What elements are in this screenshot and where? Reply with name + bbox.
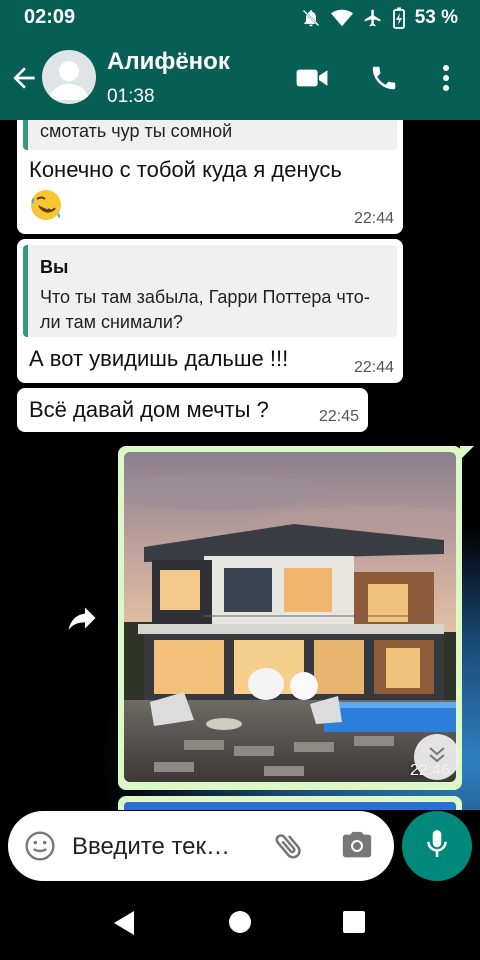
phone-icon[interactable] <box>366 60 402 96</box>
incoming-message[interactable]: Всё давай дом мечты ? 22:45 <box>17 388 368 432</box>
double-chevron-down-icon <box>425 743 449 772</box>
wifi-icon <box>330 8 353 28</box>
incoming-message[interactable]: Вы Что ты там забыла, Гарри Поттера что-… <box>17 239 403 383</box>
status-time: 02:09 <box>24 6 76 28</box>
image-preview-partial <box>124 802 456 810</box>
forward-icon[interactable] <box>64 600 100 636</box>
message-time: 22:44 <box>353 210 394 227</box>
recents-nav-icon[interactable] <box>342 910 366 939</box>
camera-icon[interactable] <box>340 830 374 867</box>
quote-text: смотать чур ты сомной <box>40 121 233 141</box>
battery-percent: 53 % <box>414 7 458 28</box>
message-time: 22:45 <box>318 408 359 425</box>
video-call-icon[interactable] <box>294 60 330 96</box>
more-vert-icon[interactable] <box>428 60 464 96</box>
quote-text: Что ты там забыла, Гарри Поттера что-ли … <box>40 287 370 332</box>
quote-author: Вы <box>40 257 69 277</box>
chat-area[interactable]: смотать чур ты сомной Конечно с тобой ку… <box>0 120 480 810</box>
mic-icon <box>424 828 450 865</box>
voice-record-button[interactable] <box>402 811 472 881</box>
scroll-to-bottom-button[interactable] <box>414 734 460 780</box>
message-composer: Введите тек… <box>0 810 480 890</box>
system-navigation-bar <box>0 890 480 960</box>
status-bar: 02:09 53 % <box>0 0 480 36</box>
outgoing-image-message[interactable]: 22:46 <box>118 446 474 790</box>
attach-icon[interactable] <box>272 829 306 868</box>
battery-charging-icon <box>392 7 405 29</box>
notifications-off-icon <box>301 8 321 28</box>
contact-last-seen: 01:38 <box>107 86 155 107</box>
contact-name[interactable]: Алифёнок <box>107 48 230 76</box>
message-text: А вот увидишь дальше !!! <box>29 346 289 371</box>
back-nav-icon[interactable] <box>112 910 136 941</box>
message-text: Всё давай дом мечты ? <box>29 397 269 422</box>
rolling-laughing-emoji <box>29 188 63 227</box>
quoted-message[interactable]: Вы Что ты там забыла, Гарри Поттера что-… <box>23 245 397 337</box>
message-text: Конечно с тобой куда я денусь <box>29 157 342 182</box>
message-time: 22:44 <box>353 359 394 376</box>
avatar[interactable] <box>42 50 96 104</box>
modern-house-photo[interactable] <box>124 452 456 782</box>
message-input-placeholder: Введите тек… <box>72 833 231 860</box>
emoji-icon[interactable] <box>24 830 56 867</box>
quoted-message[interactable]: смотать чур ты сомной <box>23 120 397 150</box>
incoming-message[interactable]: смотать чур ты сомной Конечно с тобой ку… <box>17 120 403 234</box>
chat-header: Алифёнок 01:38 <box>0 36 480 120</box>
message-input[interactable]: Введите тек… <box>8 811 394 881</box>
home-nav-icon[interactable] <box>228 910 252 939</box>
back-arrow-icon[interactable] <box>8 62 40 94</box>
outgoing-message-partial[interactable] <box>118 796 462 810</box>
airplane-icon <box>363 8 383 28</box>
